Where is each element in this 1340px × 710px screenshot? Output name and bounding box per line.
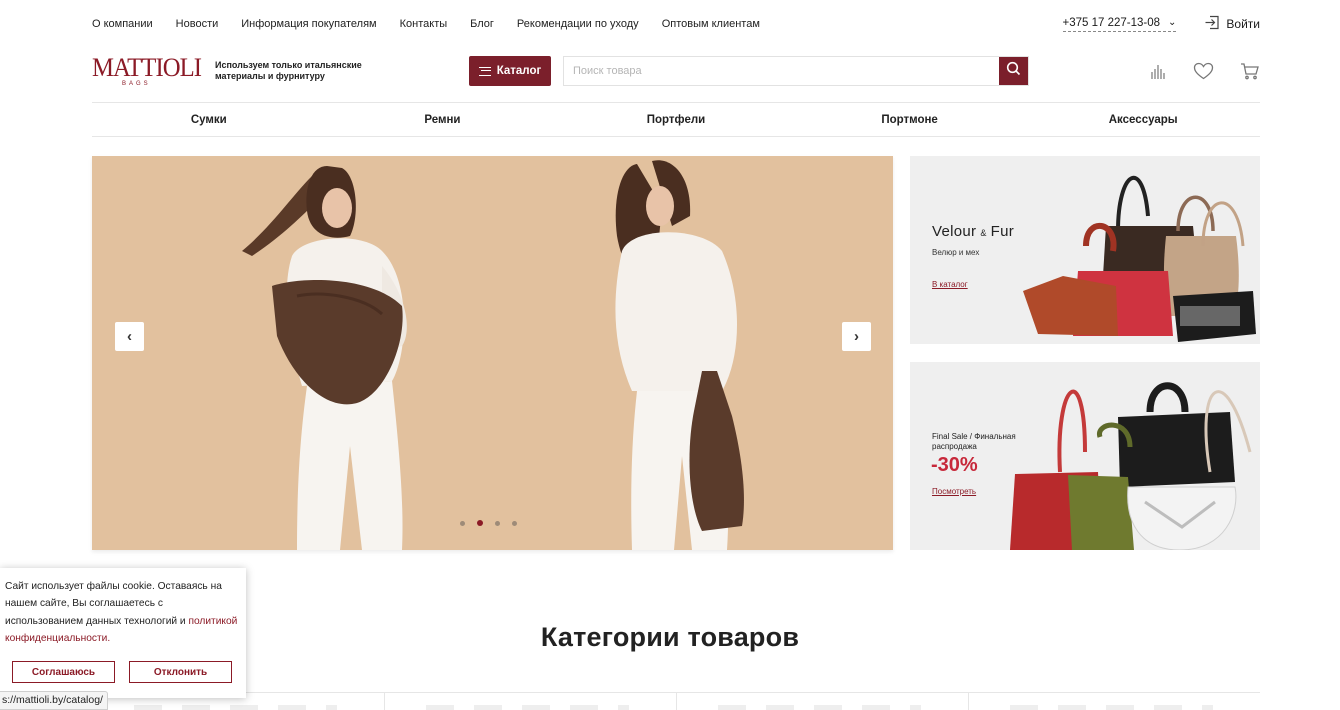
slider-next-button[interactable]: › bbox=[842, 322, 871, 351]
logo[interactable]: MATTIOLI BAGS bbox=[92, 53, 202, 89]
top-bar: О компании Новости Информация покупателя… bbox=[92, 14, 1260, 34]
cart-icon[interactable] bbox=[1240, 62, 1260, 80]
cookie-text: Сайт использует файлы cookie. Оставаясь … bbox=[5, 578, 241, 647]
link-status-bar: s://mattioli.by/catalog/ bbox=[0, 691, 108, 710]
slider-dot-2[interactable] bbox=[477, 520, 483, 526]
catalog-button[interactable]: Каталог bbox=[469, 56, 551, 86]
category-belts[interactable]: Ремни bbox=[326, 104, 560, 136]
hero-model-left bbox=[242, 166, 407, 550]
top-right: +375 17 227-13-08 ⌄ Войти bbox=[1062, 14, 1260, 34]
hero-slider: ‹ › bbox=[92, 156, 893, 550]
promo-velour-title-a: Velour bbox=[932, 223, 977, 240]
promo-sale-bags-image bbox=[1010, 382, 1252, 550]
top-nav-about[interactable]: О компании bbox=[92, 18, 153, 30]
login-label: Войти bbox=[1226, 17, 1260, 31]
phone-dropdown[interactable]: +375 17 227-13-08 ⌄ bbox=[1062, 16, 1177, 32]
slider-dot-1[interactable] bbox=[460, 520, 465, 526]
search-icon bbox=[1006, 61, 1021, 81]
slider-dot-3[interactable] bbox=[495, 520, 500, 526]
heart-icon[interactable] bbox=[1193, 62, 1214, 80]
top-nav-blog[interactable]: Блог bbox=[470, 18, 494, 30]
category-tile[interactable] bbox=[676, 693, 968, 710]
chevron-down-icon: ⌄ bbox=[1168, 17, 1177, 28]
promo-velour-title: Velour & Fur bbox=[932, 223, 1014, 240]
tagline: Используем только итальянские материалы … bbox=[215, 60, 362, 81]
top-nav-care[interactable]: Рекомендации по уходу bbox=[517, 18, 639, 30]
hero-model-right bbox=[615, 160, 744, 550]
promo-sale-discount: -30% bbox=[931, 454, 978, 476]
logo-sub: BAGS bbox=[122, 81, 151, 87]
cookie-decline-button[interactable]: Отклонить bbox=[129, 661, 232, 683]
header-divider bbox=[92, 102, 1260, 103]
category-accessories[interactable]: Аксессуары bbox=[1026, 104, 1260, 136]
search-button[interactable] bbox=[999, 57, 1028, 85]
promo-velour-banner[interactable]: Velour & Fur Велюр и мех В каталог bbox=[910, 156, 1260, 344]
category-tiles bbox=[92, 692, 1260, 710]
menu-icon bbox=[478, 66, 491, 76]
catalog-label: Каталог bbox=[496, 65, 542, 77]
slider-dot-4[interactable] bbox=[512, 520, 517, 526]
category-tile[interactable] bbox=[968, 693, 1260, 710]
promo-velour-title-b: Fur bbox=[990, 223, 1015, 240]
promo-sale-link[interactable]: Посмотреть bbox=[932, 487, 976, 496]
logo-wordmark: MATTIOLI bbox=[92, 53, 202, 82]
login-icon bbox=[1204, 14, 1221, 34]
category-bags[interactable]: Сумки bbox=[92, 104, 326, 136]
top-nav-customer-info[interactable]: Информация покупателям bbox=[241, 18, 376, 30]
login-button[interactable]: Войти bbox=[1204, 14, 1260, 34]
slider-prev-button[interactable]: ‹ bbox=[115, 322, 144, 351]
category-tile[interactable] bbox=[384, 693, 676, 710]
promo-velour-bags-image bbox=[1023, 175, 1256, 342]
category-briefcases[interactable]: Портфели bbox=[559, 104, 793, 136]
promo-velour-link[interactable]: В каталог bbox=[932, 280, 968, 289]
category-nav: Сумки Ремни Портфели Портмоне Аксессуары bbox=[92, 104, 1260, 136]
search-bar bbox=[563, 56, 1029, 86]
top-nav-wholesale[interactable]: Оптовым клиентам bbox=[662, 18, 760, 30]
cookie-accept-button[interactable]: Соглашаюсь bbox=[12, 661, 115, 683]
nav-divider bbox=[92, 136, 1260, 137]
header-icons bbox=[1150, 62, 1260, 80]
search-input[interactable] bbox=[564, 57, 999, 85]
promo-velour-subtitle: Велюр и мех bbox=[932, 248, 980, 257]
top-nav-contacts[interactable]: Контакты bbox=[400, 18, 448, 30]
header: MATTIOLI BAGS Используем только итальянс… bbox=[92, 52, 1260, 90]
slider-dots bbox=[460, 520, 517, 526]
cookie-popup: Сайт использует файлы cookie. Оставаясь … bbox=[0, 568, 246, 698]
top-nav: О компании Новости Информация покупателя… bbox=[92, 18, 760, 30]
promo-velour-amp: & bbox=[980, 228, 987, 238]
promo-sale-banner[interactable]: Final Sale / Финальная распродажа -30% П… bbox=[910, 362, 1260, 550]
category-wallets[interactable]: Портмоне bbox=[793, 104, 1027, 136]
cookie-buttons: Соглашаюсь Отклонить bbox=[12, 661, 232, 683]
top-nav-news[interactable]: Новости bbox=[176, 18, 219, 30]
phone-number: +375 17 227-13-08 bbox=[1062, 16, 1161, 29]
compare-icon[interactable] bbox=[1150, 63, 1167, 80]
